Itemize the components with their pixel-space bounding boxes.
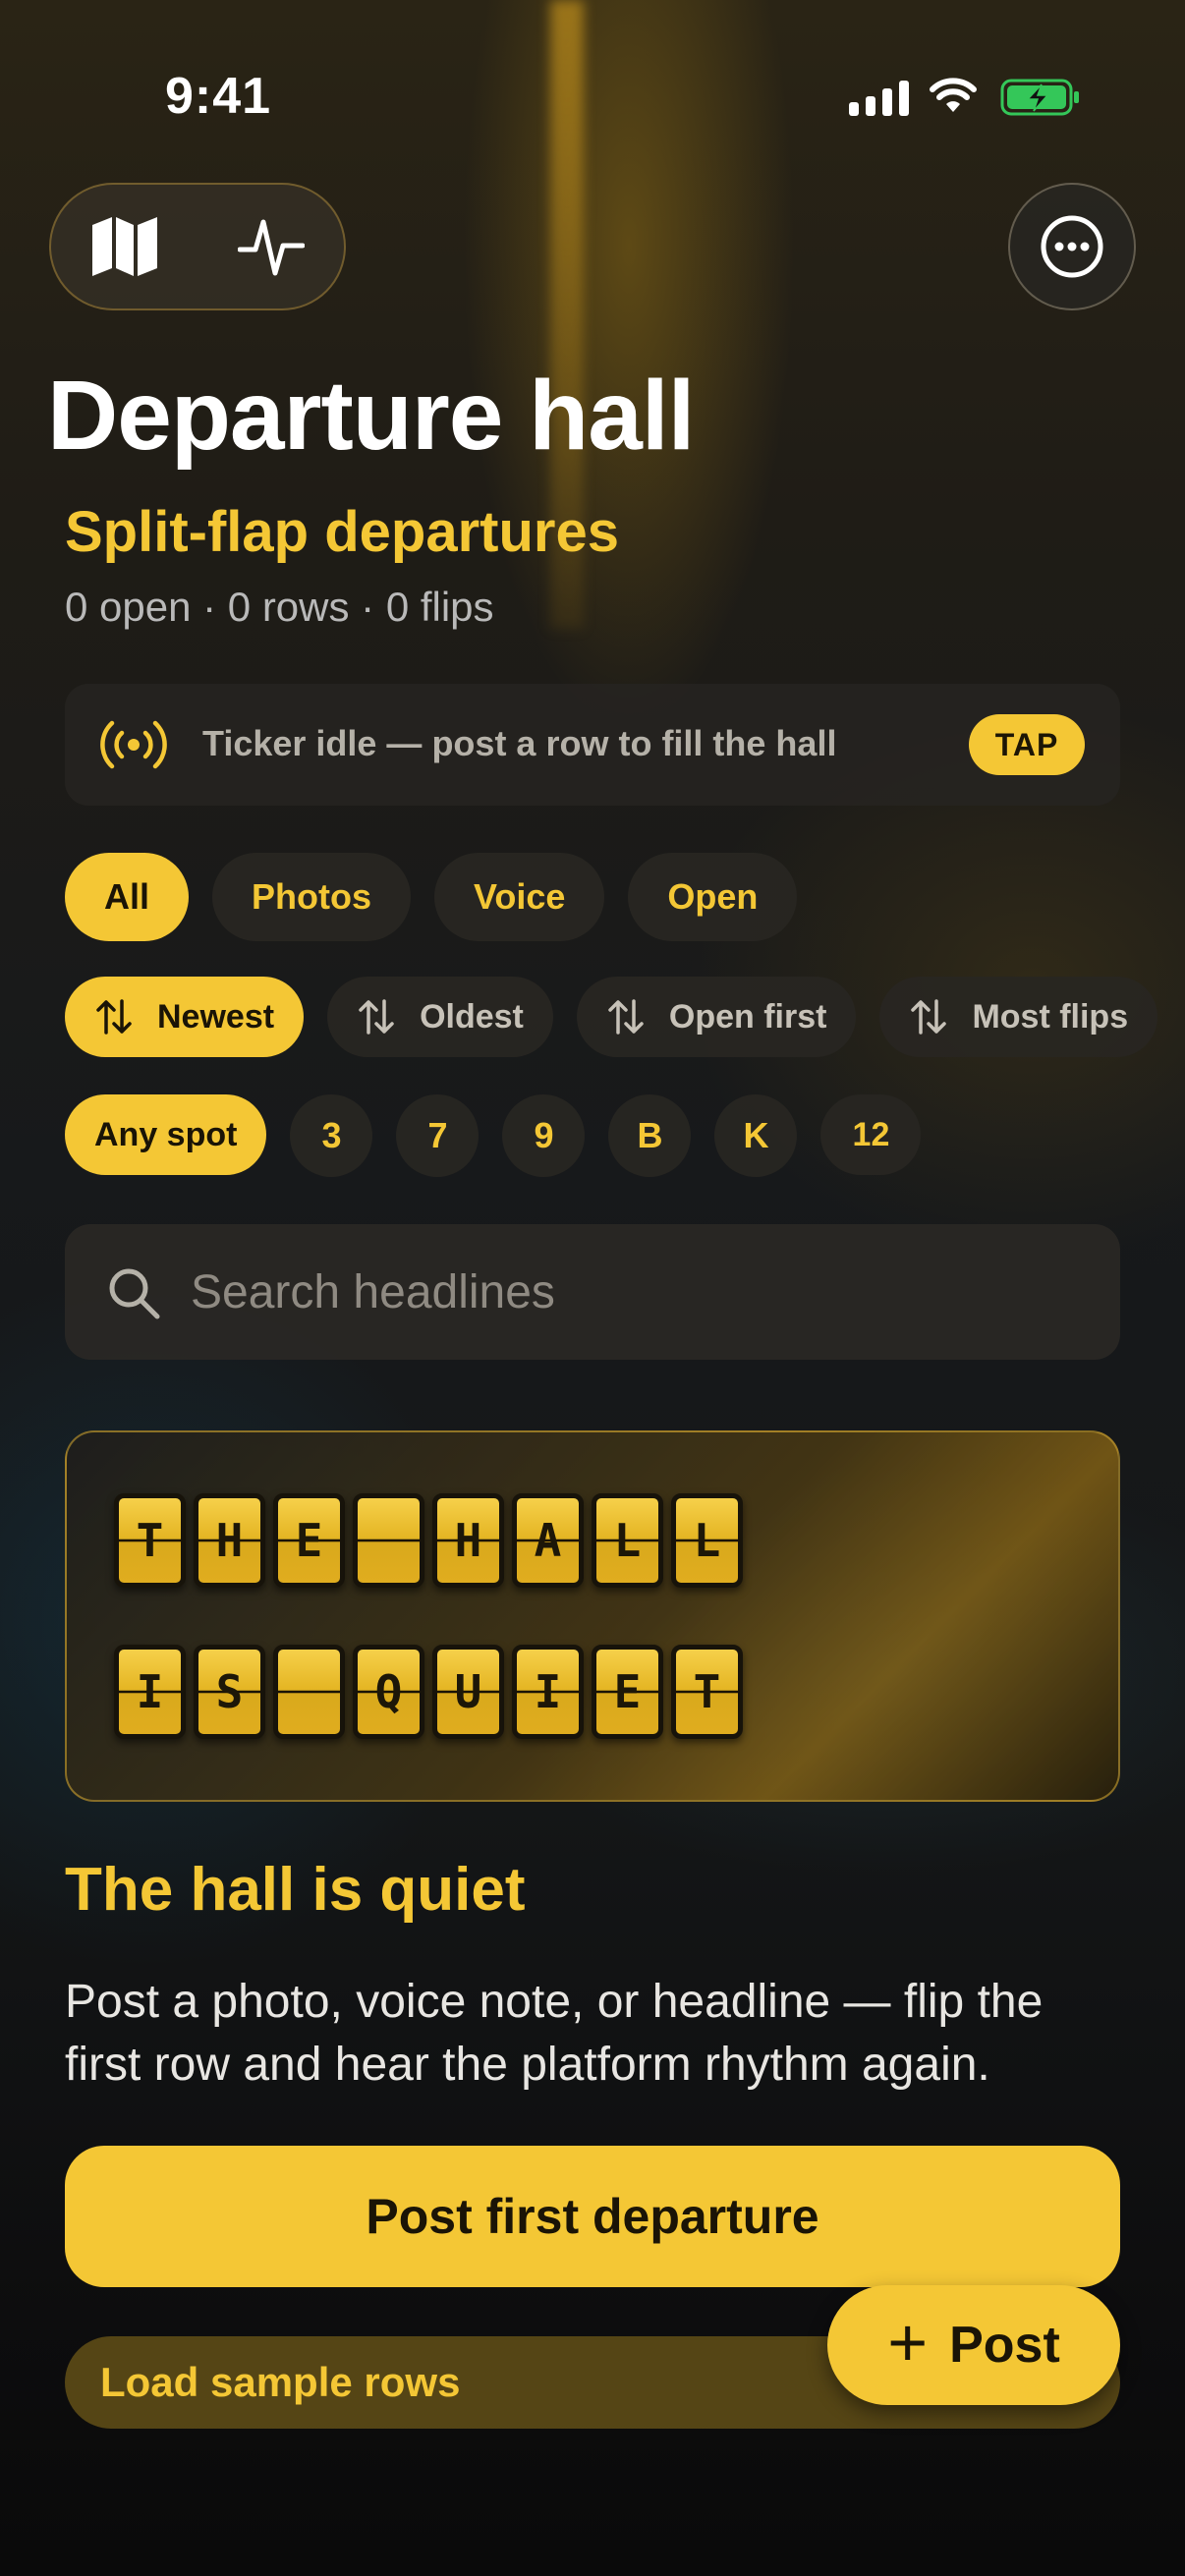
split-flap-board: T H E H A L L I S Q U I E T — [65, 1430, 1120, 1802]
sort-oldest-label: Oldest — [420, 997, 524, 1036]
broadcast-icon — [100, 720, 167, 769]
spot-any[interactable]: Any spot — [65, 1094, 267, 1175]
sort-newest[interactable]: Newest — [65, 977, 305, 1057]
flap-tile: L — [592, 1493, 663, 1588]
summary-stats: 0 open · 0 rows · 0 flips — [65, 584, 494, 630]
sort-icon — [96, 999, 132, 1035]
ticker-banner[interactable]: Ticker idle — post a row to fill the hal… — [65, 684, 1120, 806]
spot-b[interactable]: B — [608, 1094, 692, 1177]
flap-tile — [273, 1645, 345, 1739]
sort-open-first[interactable]: Open first — [576, 977, 857, 1057]
spot-filter-row: Any spot 3 7 9 B K 12 — [65, 1094, 922, 1177]
search-input[interactable] — [191, 1254, 1075, 1330]
flap-tile: U — [432, 1645, 504, 1739]
sort-most-flips-label: Most flips — [972, 997, 1129, 1036]
search-icon — [109, 1268, 160, 1319]
spot-9[interactable]: 9 — [502, 1094, 586, 1177]
sort-open-first-label: Open first — [668, 997, 827, 1036]
pulse-icon — [237, 219, 305, 276]
sort-newest-label: Newest — [157, 997, 275, 1036]
flap-tile: I — [512, 1645, 584, 1739]
flap-tile: H — [432, 1493, 504, 1588]
flap-tile: E — [273, 1493, 345, 1588]
flap-tile: E — [592, 1645, 663, 1739]
filter-all[interactable]: All — [65, 853, 190, 941]
sort-oldest[interactable]: Oldest — [327, 977, 553, 1057]
post-fab-label: Post — [949, 2317, 1060, 2374]
flap-row-2: I S Q U I E T — [114, 1645, 743, 1739]
flap-tile: L — [671, 1493, 743, 1588]
ticker-text: Ticker idle — post a row to fill the hal… — [202, 723, 837, 763]
page-title: Departure hall — [47, 361, 695, 471]
sort-filter-row: Newest Oldest Open first Most flips — [65, 977, 1158, 1057]
flap-tile: T — [114, 1493, 186, 1588]
spot-3[interactable]: 3 — [290, 1094, 373, 1177]
flap-tile: Q — [353, 1645, 424, 1739]
page-subtitle: Split-flap departures — [65, 500, 619, 564]
spot-12[interactable]: 12 — [820, 1094, 922, 1175]
spot-7[interactable]: 7 — [396, 1094, 480, 1177]
flap-row-1: T H E H A L L — [114, 1493, 743, 1588]
battery-charging-icon — [1000, 79, 1079, 116]
plus-icon: + — [887, 2304, 929, 2380]
flap-tile: S — [194, 1645, 265, 1739]
sort-icon — [911, 999, 947, 1035]
sort-icon — [608, 999, 644, 1035]
flap-tile: H — [194, 1493, 265, 1588]
post-first-departure-button[interactable]: Post first departure — [65, 2146, 1120, 2287]
sort-icon — [359, 999, 394, 1035]
spot-k[interactable]: K — [714, 1094, 798, 1177]
type-filter-row: All Photos Voice Open — [65, 853, 798, 941]
more-options-button[interactable] — [1008, 183, 1136, 310]
filter-photos[interactable]: Photos — [212, 853, 412, 941]
flap-tile: T — [671, 1645, 743, 1739]
sort-most-flips[interactable]: Most flips — [879, 977, 1158, 1057]
map-view-button[interactable] — [51, 183, 198, 310]
search-bar — [65, 1224, 1120, 1360]
flap-tile — [353, 1493, 424, 1588]
status-bar: 9:41 — [0, 59, 1185, 138]
empty-state-title: The hall is quiet — [65, 1856, 526, 1924]
status-time: 9:41 — [165, 68, 272, 125]
wifi-icon — [930, 78, 977, 112]
more-icon — [1041, 215, 1103, 278]
filter-open[interactable]: Open — [628, 853, 798, 941]
flap-tile: I — [114, 1645, 186, 1739]
map-icon — [91, 217, 157, 276]
activity-view-button[interactable] — [198, 183, 344, 310]
ticker-tap-button[interactable]: TAP — [969, 714, 1085, 775]
flap-tile: A — [512, 1493, 584, 1588]
post-fab-button[interactable]: + Post — [827, 2285, 1120, 2405]
empty-state-description: Post a photo, voice note, or headline — … — [65, 1976, 1044, 2091]
filter-voice[interactable]: Voice — [434, 853, 605, 941]
view-switcher — [49, 183, 346, 310]
cellular-signal-icon — [849, 81, 909, 116]
